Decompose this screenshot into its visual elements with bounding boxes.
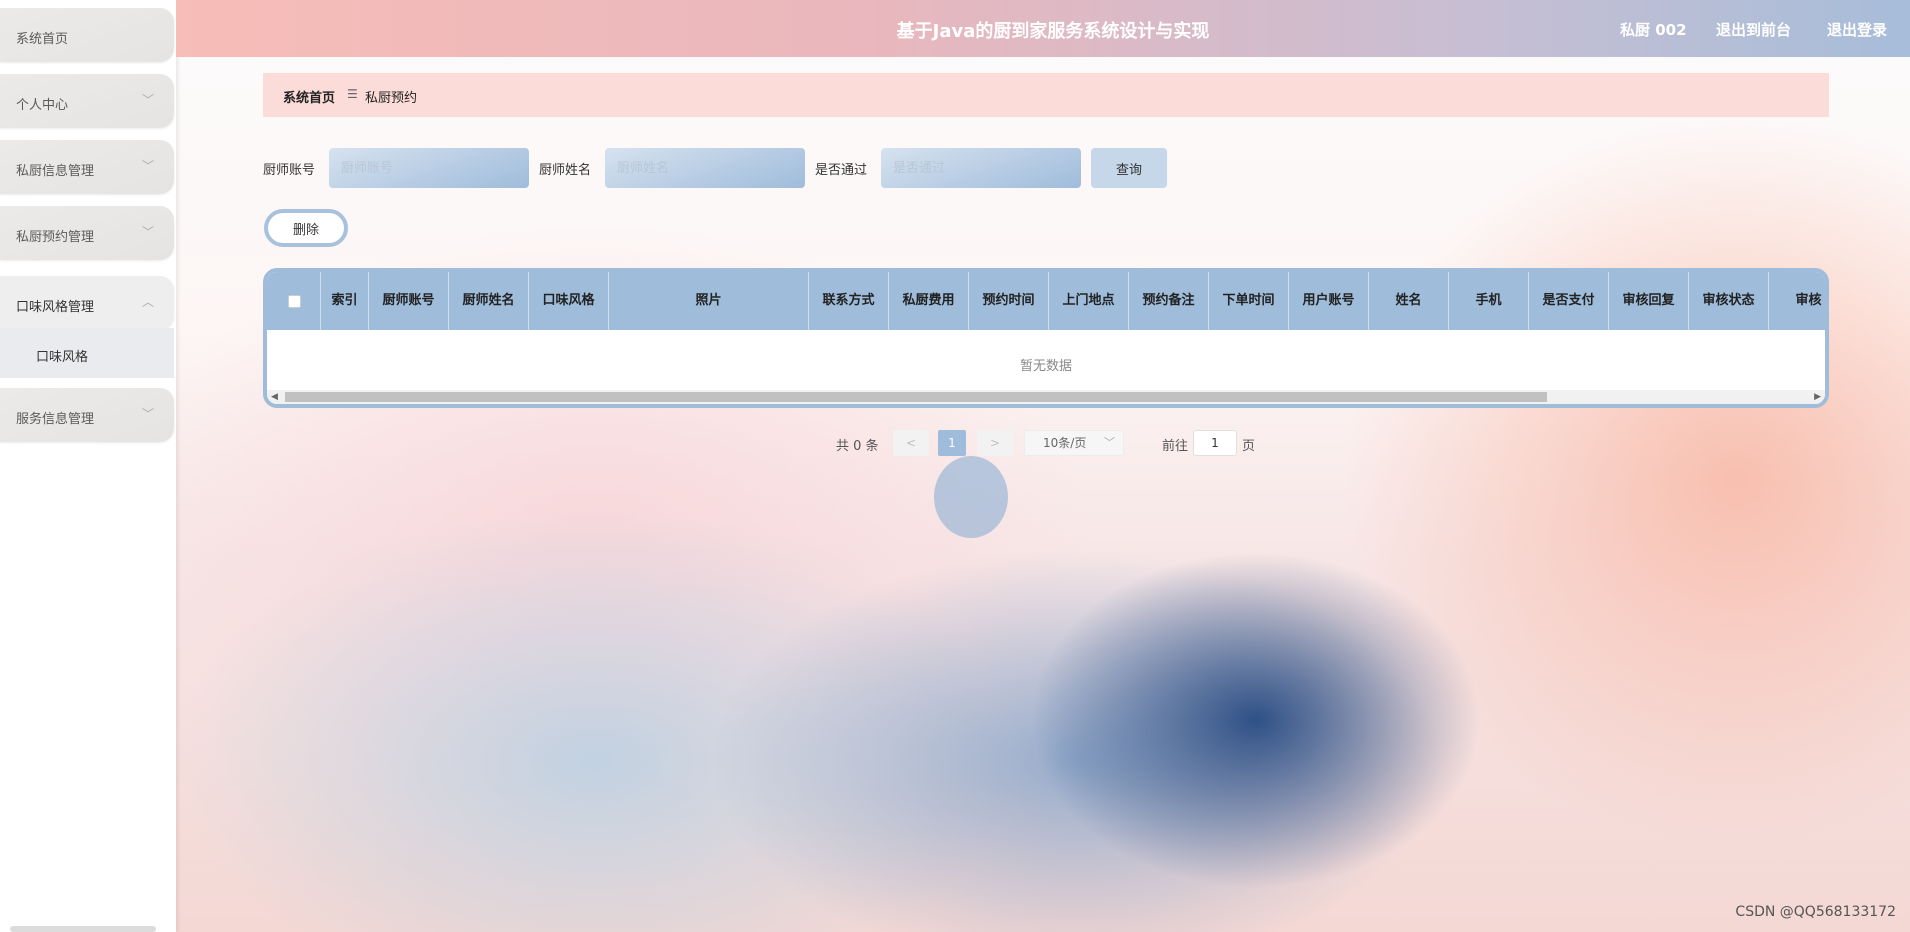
sidebar-subitem-label: 口味风格 — [36, 350, 89, 365]
sidebar-item-personal-center[interactable]: 个人中心 ﹀ — [0, 74, 174, 128]
sidebar-item-label: 系统首页 — [16, 32, 69, 47]
goto-prefix: 前往 — [1162, 439, 1189, 454]
menu-icon: ☰ — [347, 87, 358, 101]
sidebar-subitem-flavor-style[interactable]: 口味风格 — [0, 328, 174, 378]
chevron-down-icon: ﹀ — [141, 225, 154, 239]
chef-name-input[interactable] — [605, 148, 805, 188]
column-header[interactable]: 联系方式 — [809, 272, 889, 330]
chevron-down-icon: ﹀ — [141, 159, 154, 173]
chef-name-label: 厨师姓名 — [539, 163, 592, 178]
column-header[interactable]: 口味风格 — [529, 272, 609, 330]
sidebar-item-flavor-style[interactable]: 口味风格管理 ︿ — [0, 276, 174, 330]
sidebar-item-service-info[interactable]: 服务信息管理 ﹀ — [0, 388, 174, 442]
column-header[interactable]: 下单时间 — [1209, 272, 1289, 330]
page-number-current[interactable]: 1 — [938, 430, 966, 456]
table-header: 索引 厨师账号 厨师姓名 口味风格 照片 联系方式 私厨费用 预约时间 上门地点… — [267, 272, 1825, 330]
sidebar: 系统首页 个人中心 ﹀ 私厨信息管理 ﹀ 私厨预约管理 ﹀ 口味风格管理 ︿ 口… — [0, 0, 176, 932]
exit-to-front-link[interactable]: 退出到前台 — [1716, 19, 1791, 40]
chevron-up-icon: ︿ — [141, 295, 154, 309]
column-header[interactable]: 私厨费用 — [889, 272, 969, 330]
breadcrumb: 系统首页 ☰ 私厨预约 — [263, 73, 1829, 117]
sidebar-item-chef-booking[interactable]: 私厨预约管理 ﹀ — [0, 206, 174, 260]
scroll-right-icon[interactable]: ▶ — [1814, 390, 1821, 404]
total-count: 共 0 条 — [836, 439, 879, 454]
chevron-down-icon: ﹀ — [141, 93, 154, 107]
column-header[interactable]: 预约时间 — [969, 272, 1049, 330]
scroll-left-icon[interactable]: ◀ — [271, 390, 278, 404]
sidebar-scrollbar[interactable] — [10, 926, 156, 932]
column-header[interactable]: 是否支付 — [1529, 272, 1609, 330]
sidebar-item-home[interactable]: 系统首页 — [0, 8, 174, 62]
column-header[interactable]: 姓名 — [1369, 272, 1449, 330]
select-all-cell — [267, 272, 321, 330]
delete-button[interactable]: 删除 — [264, 209, 348, 247]
goto-suffix: 页 — [1242, 439, 1256, 454]
column-header[interactable]: 审核回复 — [1609, 272, 1689, 330]
column-header[interactable]: 照片 — [609, 272, 809, 330]
sidebar-item-label: 私厨信息管理 — [16, 164, 95, 179]
sidebar-item-chef-info[interactable]: 私厨信息管理 ﹀ — [0, 140, 174, 194]
background-artwork — [176, 0, 1910, 932]
prev-page-button[interactable]: < — [893, 430, 929, 456]
chevron-down-icon: ﹀ — [1104, 436, 1115, 449]
background-decoration — [934, 456, 1008, 538]
column-header[interactable]: 用户账号 — [1289, 272, 1369, 330]
column-header[interactable]: 索引 — [321, 272, 369, 330]
sidebar-item-label: 个人中心 — [16, 98, 69, 113]
column-header[interactable]: 预约备注 — [1129, 272, 1209, 330]
chef-account-label: 厨师账号 — [263, 163, 316, 178]
scrollbar-thumb[interactable] — [285, 392, 1547, 402]
column-header[interactable]: 审核 — [1769, 272, 1825, 330]
sidebar-item-label: 口味风格管理 — [16, 300, 95, 315]
column-header[interactable]: 厨师账号 — [369, 272, 449, 330]
sidebar-item-label: 服务信息管理 — [16, 412, 95, 427]
breadcrumb-current: 私厨预约 — [365, 91, 418, 106]
breadcrumb-home[interactable]: 系统首页 — [283, 87, 335, 106]
user-name: 私厨 002 — [1620, 21, 1687, 39]
horizontal-scrollbar[interactable]: ◀ ▶ — [267, 390, 1825, 404]
column-header[interactable]: 手机 — [1449, 272, 1529, 330]
header: 基于Java的厨到家服务系统设计与实现 私厨 002 退出到前台 退出登录 — [176, 0, 1910, 57]
empty-state-text: 暂无数据 — [1019, 359, 1072, 374]
approved-label: 是否通过 — [815, 163, 868, 178]
select-all-checkbox[interactable] — [288, 295, 301, 308]
query-button[interactable]: 查询 — [1091, 148, 1167, 188]
chevron-down-icon: ﹀ — [141, 407, 154, 421]
column-header[interactable]: 厨师姓名 — [449, 272, 529, 330]
sidebar-item-label: 私厨预约管理 — [16, 230, 95, 245]
goto-page-input[interactable] — [1193, 430, 1237, 456]
next-page-button[interactable]: > — [977, 430, 1013, 456]
page-size-value: 10条/页 — [1043, 436, 1087, 450]
data-table: 索引 厨师账号 厨师姓名 口味风格 照片 联系方式 私厨费用 预约时间 上门地点… — [263, 268, 1829, 408]
watermark: CSDN @QQ568133172 — [1735, 904, 1896, 920]
page-size-select[interactable]: 10条/页 ﹀ — [1024, 430, 1124, 456]
column-header[interactable]: 上门地点 — [1049, 272, 1129, 330]
approved-input[interactable] — [881, 148, 1081, 188]
chef-account-input[interactable] — [329, 148, 529, 188]
logout-link[interactable]: 退出登录 — [1827, 19, 1887, 40]
column-header[interactable]: 审核状态 — [1689, 272, 1769, 330]
